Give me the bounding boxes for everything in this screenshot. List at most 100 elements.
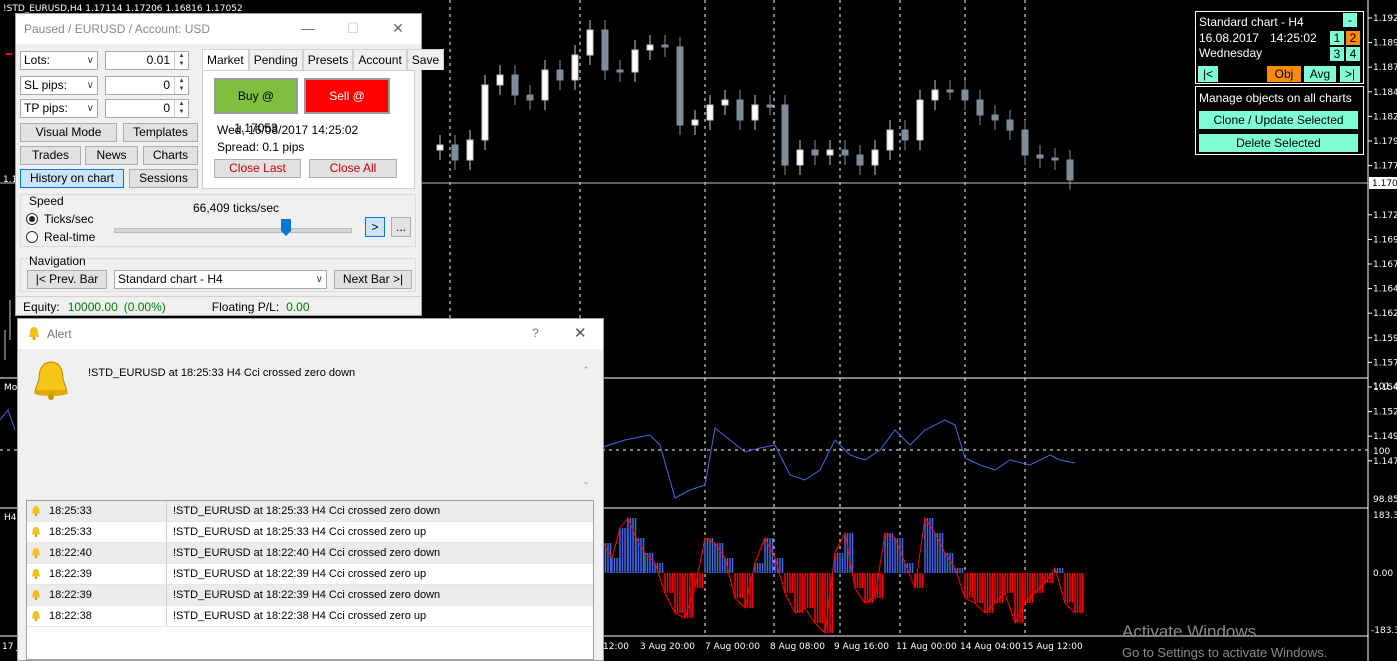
lots-dropdown[interactable]: Lots: ∨ [20, 51, 98, 70]
close-last-button[interactable]: Close Last [214, 159, 301, 178]
first-bar-button[interactable]: |< [1198, 66, 1218, 82]
chart-select-value: Standard chart - H4 [118, 272, 223, 286]
play-button[interactable]: > [365, 217, 385, 237]
ticks-radio[interactable]: Ticks/sec [26, 212, 94, 226]
lots-spinner-icon[interactable]: ▲ ▼ [174, 52, 188, 69]
candle-body [856, 154, 864, 166]
price-tick-label: 1.1495 [1373, 432, 1397, 442]
tab-save[interactable]: Save [406, 49, 445, 70]
ticks-label: Ticks/sec [44, 212, 94, 226]
price-tick-label: 1.1645 [1373, 285, 1397, 295]
layout-1-button[interactable]: 1 [1330, 31, 1344, 45]
bell-icon [31, 506, 41, 516]
row-time: 18:22:39 [27, 585, 167, 605]
price-tick-label: 1.1845 [1373, 88, 1397, 98]
speed-slider-track[interactable] [114, 228, 352, 233]
cci-axis-bottom: 98.85 [1373, 495, 1397, 505]
layout-3-button[interactable]: 3 [1330, 47, 1344, 61]
next-bar-button[interactable]: Next Bar >| [334, 270, 412, 289]
close-icon[interactable]: ✕ [574, 324, 587, 342]
candle-body [781, 104, 789, 166]
candle-body [661, 44, 669, 48]
tab-account[interactable]: Account [353, 49, 407, 70]
sessions-button[interactable]: Sessions [129, 169, 198, 188]
candle-body [556, 69, 564, 81]
tp-dropdown[interactable]: TP pips: ∨ [20, 99, 98, 118]
info-date: 16.08.2017 [1199, 31, 1260, 45]
bell-icon [31, 611, 41, 621]
tp-spinner-icon[interactable]: ▲ ▼ [174, 100, 188, 117]
delete-selected-button[interactable]: Delete Selected [1199, 134, 1358, 152]
price-tick-label: 1.1795 [1373, 137, 1397, 147]
time-tick-label: 14 Aug 04:00 [960, 642, 1021, 652]
minimize-button[interactable]: - [1343, 13, 1357, 27]
layout-2-button[interactable]: 2 [1346, 31, 1360, 45]
speed-slider-thumb[interactable] [281, 219, 292, 236]
row-time-text: 18:25:33 [49, 526, 92, 538]
table-row[interactable]: 18:22:38 !STD_EURUSD at 18:22:38 H4 Cci c… [27, 606, 593, 627]
candle-body [1036, 154, 1044, 159]
clone-update-button[interactable]: Clone / Update Selected [1199, 111, 1358, 129]
charts-button[interactable]: Charts [143, 146, 198, 165]
candle-body [976, 99, 984, 116]
close-icon[interactable]: ✕ [388, 20, 408, 37]
help-icon[interactable]: ? [532, 326, 539, 340]
sl-spinner-icon[interactable]: ▲ ▼ [174, 77, 188, 94]
table-row[interactable]: 18:22:40 !STD_EURUSD at 18:22:40 H4 Cci c… [27, 543, 593, 564]
candle-body [496, 74, 504, 86]
maximize-icon[interactable]: ☐ [343, 20, 363, 37]
message-scrollbar[interactable]: ⌃ ⌄ [579, 365, 593, 493]
chart-select[interactable]: Standard chart - H4 ∨ [114, 270, 327, 289]
last-bar-button[interactable]: >| [1340, 66, 1360, 82]
radio-unchecked-icon[interactable] [26, 231, 38, 243]
radio-checked-icon[interactable] [26, 213, 38, 225]
buy-button[interactable]: Buy @ 1.17053 [214, 78, 298, 135]
average-button[interactable]: Avg [1304, 66, 1336, 82]
price-tick-label: 1.1620 [1373, 309, 1397, 319]
sl-dropdown[interactable]: SL pips: ∨ [20, 76, 98, 95]
tp-input[interactable]: 0 ▲ ▼ [105, 99, 189, 118]
alert-history-table[interactable]: 18:25:33 !STD_EURUSD at 18:25:33 H4 Cci c… [26, 500, 594, 660]
price-tick-label: 1.1695 [1373, 235, 1397, 245]
row-time: 18:22:40 [27, 543, 167, 563]
row-text: !STD_EURUSD at 18:22:40 H4 Cci crossed z… [173, 547, 441, 559]
cci-axis-mid: 100 [1373, 447, 1390, 457]
layout-4-button[interactable]: 4 [1346, 47, 1360, 61]
sl-input[interactable]: 0 ▲ ▼ [105, 76, 189, 95]
table-row[interactable]: 18:22:39 !STD_EURUSD at 18:22:39 H4 Cci c… [27, 585, 593, 606]
candle-body [586, 29, 594, 56]
more-button[interactable]: ... [391, 217, 411, 237]
manage-objects-label: Manage objects on all charts [1199, 91, 1352, 105]
scroll-down-icon[interactable]: ⌄ [579, 476, 593, 487]
table-row[interactable]: 18:22:39 !STD_EURUSD at 18:22:39 H4 Cci c… [27, 564, 593, 585]
tab-presets[interactable]: Presets [302, 49, 354, 70]
prev-bar-button[interactable]: |< Prev. Bar [27, 270, 107, 289]
trades-button[interactable]: Trades [20, 146, 81, 165]
scroll-up-icon[interactable]: ⌃ [579, 365, 593, 376]
navigation-label: Navigation [29, 254, 86, 268]
sell-button[interactable]: Sell @ 1.17052 [304, 78, 390, 135]
spread-label: Spread: 0.1 pips [217, 140, 305, 154]
history-on-chart-button[interactable]: History on chart [20, 169, 124, 188]
tab-market[interactable]: Market [202, 49, 249, 70]
realtime-radio[interactable]: Real-time [26, 230, 95, 244]
equity-label: Equity: [23, 299, 60, 314]
table-row[interactable]: 18:25:33 !STD_EURUSD at 18:25:33 H4 Cci c… [27, 522, 593, 543]
tab-pending[interactable]: Pending [248, 49, 303, 70]
candle-body [736, 99, 744, 121]
lots-value: 0.01 [146, 53, 170, 67]
candle-body [1006, 119, 1014, 131]
candle-body [466, 139, 474, 161]
time-tick-label: 9 Aug 16:00 [834, 642, 889, 652]
news-button[interactable]: News [85, 146, 138, 165]
minimize-icon[interactable]: — [298, 20, 318, 36]
objects-button[interactable]: Obj [1267, 66, 1301, 82]
visual-mode-button[interactable]: Visual Mode [20, 123, 117, 142]
close-all-button[interactable]: Close All [309, 159, 397, 178]
candle-body [841, 149, 849, 156]
templates-button[interactable]: Templates [123, 123, 198, 142]
lots-input[interactable]: 0.01 ▲ ▼ [105, 51, 189, 70]
cci-label: Mo [4, 383, 18, 393]
order-marker [6, 53, 12, 55]
table-row[interactable]: 18:25:33 !STD_EURUSD at 18:25:33 H4 Cci c… [27, 501, 593, 522]
